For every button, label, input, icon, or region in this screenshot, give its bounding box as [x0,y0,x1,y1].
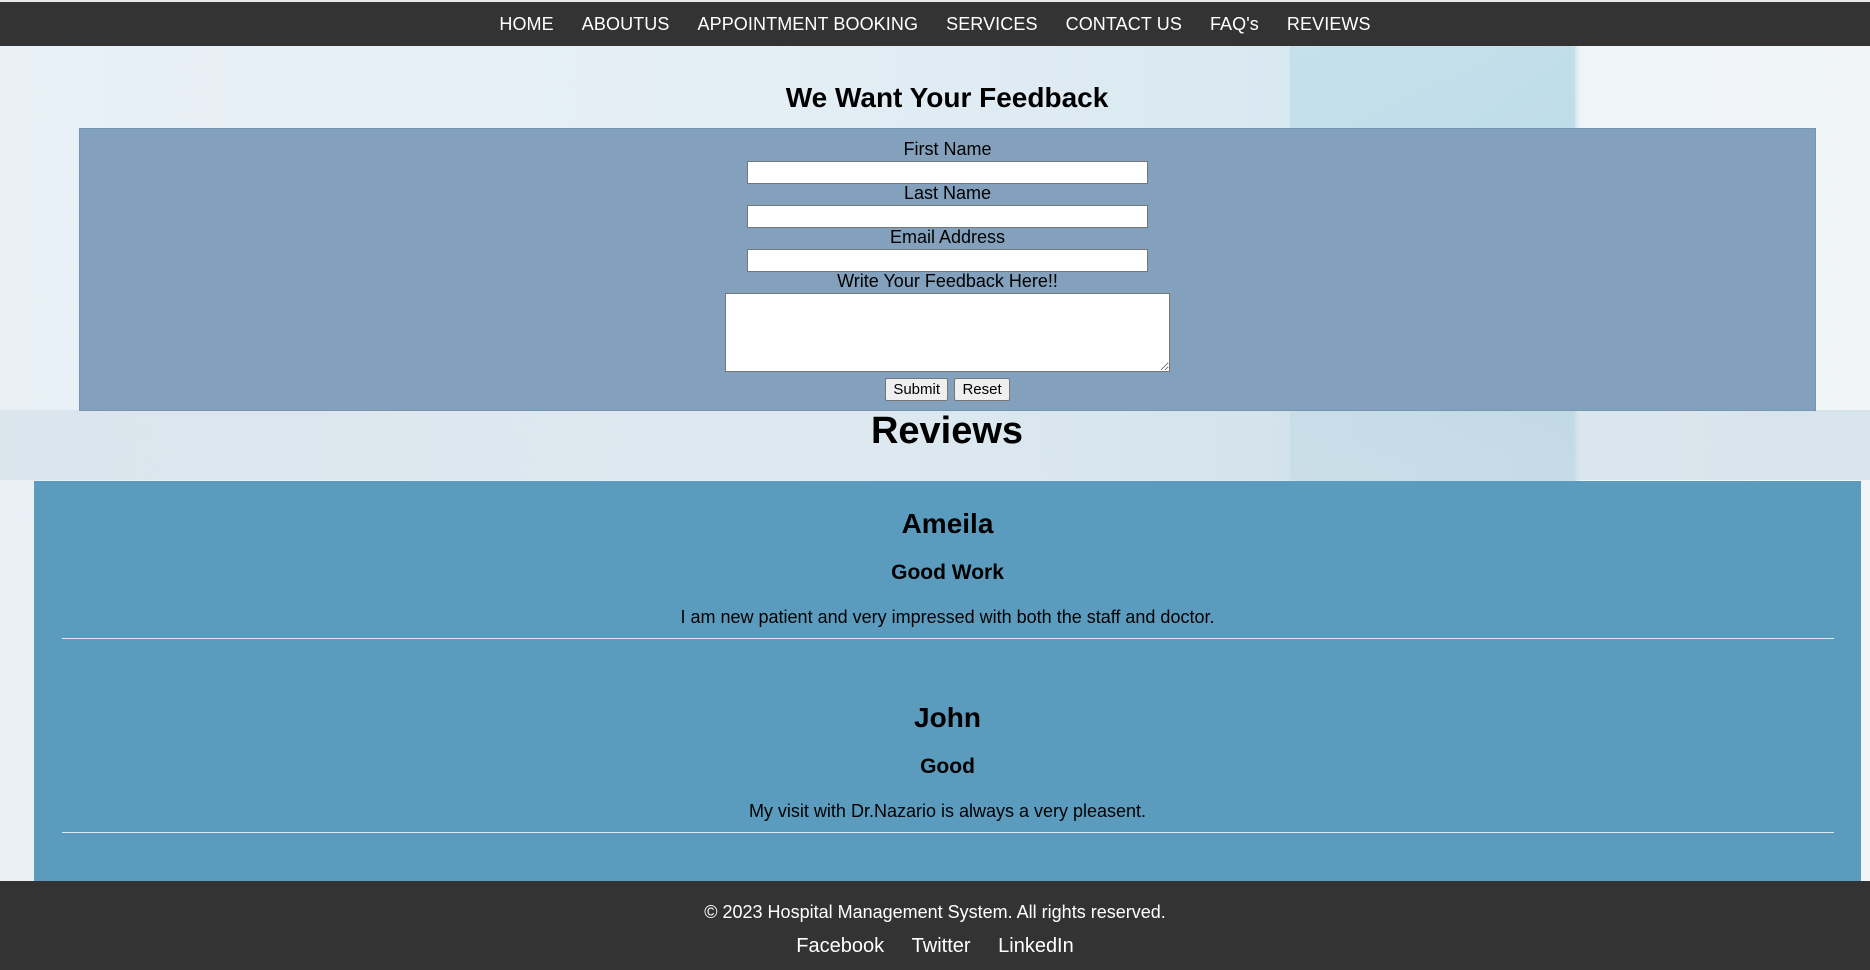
review-divider [62,832,1834,833]
email-input[interactable] [747,249,1148,272]
reviews-heading: Reviews [870,410,1024,452]
reviewer-name: John [914,702,981,733]
email-group: Email Address [80,227,1815,272]
reviews-section: Ameila Good Work I am new patient and ve… [34,481,1861,881]
nav-home-link[interactable]: HOME [499,14,553,35]
first-name-label: First Name [903,139,992,159]
facebook-link[interactable]: Facebook [796,935,884,957]
feedback-text-group: Write Your Feedback Here!! [80,271,1815,372]
linkedin-link[interactable]: LinkedIn [998,935,1074,957]
nav-appointment-booking-link[interactable]: APPOINTMENT BOOKING [697,14,918,35]
review-subject: Good Work [891,561,1004,584]
review-divider [62,638,1834,639]
feedback-text-label: Write Your Feedback Here!! [837,271,1058,291]
nav-reviews-link[interactable]: REVIEWS [1287,14,1371,35]
reviewer-name: Ameila [901,508,994,539]
review-text: I am new patient and very impressed with… [680,607,1215,627]
review-subject: Good [920,755,975,778]
feedback-form: First Name Last Name Email Address Write… [79,128,1816,411]
top-navbar: HOME ABOUTUS APPOINTMENT BOOKING SERVICE… [0,0,1870,46]
nav-faqs-link[interactable]: FAQ's [1210,14,1259,35]
first-name-group: First Name [80,139,1815,184]
copyright-text: © 2023 Hospital Management System. All r… [704,902,1166,922]
submit-button[interactable]: Submit [885,378,949,401]
review-text: My visit with Dr.Nazario is always a ver… [748,801,1147,821]
last-name-group: Last Name [80,183,1815,228]
twitter-link[interactable]: Twitter [912,935,971,957]
last-name-label: Last Name [903,183,992,203]
page-footer: © 2023 Hospital Management System. All r… [0,881,1870,970]
feedback-heading: We Want Your Feedback [785,82,1109,113]
nav-aboutus-link[interactable]: ABOUTUS [582,14,670,35]
nav-contact-us-link[interactable]: CONTACT US [1066,14,1182,35]
feedback-textarea[interactable] [725,293,1170,372]
nav-services-link[interactable]: SERVICES [946,14,1038,35]
last-name-input[interactable] [747,205,1148,228]
email-label: Email Address [889,227,1006,247]
form-buttons: Submit Reset [80,378,1815,401]
first-name-input[interactable] [747,161,1148,184]
social-links: Facebook Twitter LinkedIn [0,935,1870,958]
reset-button[interactable]: Reset [954,378,1010,401]
